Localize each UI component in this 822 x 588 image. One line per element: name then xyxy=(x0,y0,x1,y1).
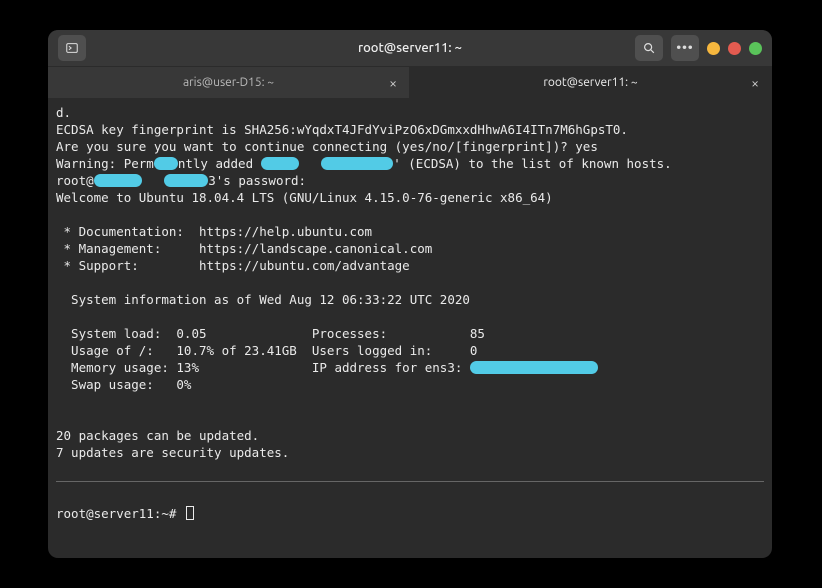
titlebar: root@server11: ~ ••• xyxy=(48,30,772,66)
redacted-block xyxy=(321,157,393,170)
redacted-block xyxy=(261,157,299,170)
search-button[interactable] xyxy=(635,35,663,61)
output-line: Welcome to Ubuntu 18.04.4 LTS (GNU/Linux… xyxy=(56,190,553,205)
minimize-button[interactable] xyxy=(707,42,720,55)
terminal-window: root@server11: ~ ••• aris@user-D15: ~ × … xyxy=(48,30,772,558)
output-line: * Management: https://landscape.canonica… xyxy=(56,241,432,256)
terminal-output[interactable]: d. ECDSA key fingerprint is SHA256:wYqdx… xyxy=(48,98,772,558)
hamburger-icon: ••• xyxy=(676,41,693,55)
tabs-row: aris@user-D15: ~ × root@server11: ~ × xyxy=(48,66,772,98)
new-tab-button[interactable] xyxy=(58,35,86,61)
terminal-icon xyxy=(65,41,79,55)
redacted-block xyxy=(154,157,178,170)
tab-inactive[interactable]: aris@user-D15: ~ × xyxy=(48,67,410,98)
output-line: * Support: https://ubuntu.com/advantage xyxy=(56,258,410,273)
output-line: Are you sure you want to continue connec… xyxy=(56,139,598,154)
divider xyxy=(56,481,764,482)
output-line: Swap usage: 0% xyxy=(56,377,191,392)
output-line: ECDSA key fingerprint is SHA256:wYqdxT4J… xyxy=(56,122,628,137)
output-line: d. xyxy=(56,105,71,120)
output-line: System information as of Wed Aug 12 06:3… xyxy=(56,292,470,307)
output-line: Usage of /: 10.7% of 23.41GB Users logge… xyxy=(56,343,477,358)
search-icon xyxy=(642,41,656,55)
close-button[interactable] xyxy=(749,42,762,55)
output-line: 7 updates are security updates. xyxy=(56,445,289,460)
tab-label: aris@user-D15: ~ xyxy=(183,76,274,89)
output-line: Memory usage: 13% IP address for ens3: xyxy=(56,360,598,375)
tab-label: root@server11: ~ xyxy=(543,76,637,89)
prompt-line: root@server11:~# xyxy=(56,506,194,521)
redacted-block xyxy=(470,361,598,374)
output-line: * Documentation: https://help.ubuntu.com xyxy=(56,224,372,239)
close-icon[interactable]: × xyxy=(751,75,759,91)
tab-active[interactable]: root@server11: ~ × xyxy=(410,67,772,98)
output-line: System load: 0.05 Processes: 85 xyxy=(56,326,485,341)
maximize-button[interactable] xyxy=(728,42,741,55)
redacted-block xyxy=(94,174,142,187)
output-line: 20 packages can be updated. xyxy=(56,428,259,443)
output-line: Warning: Permntly added ' (ECDSA) to the… xyxy=(56,156,672,171)
redacted-block xyxy=(164,174,208,187)
cursor xyxy=(186,506,194,520)
menu-button[interactable]: ••• xyxy=(671,35,699,61)
output-line: root@ 3's password: xyxy=(56,173,306,188)
close-icon[interactable]: × xyxy=(389,75,397,91)
